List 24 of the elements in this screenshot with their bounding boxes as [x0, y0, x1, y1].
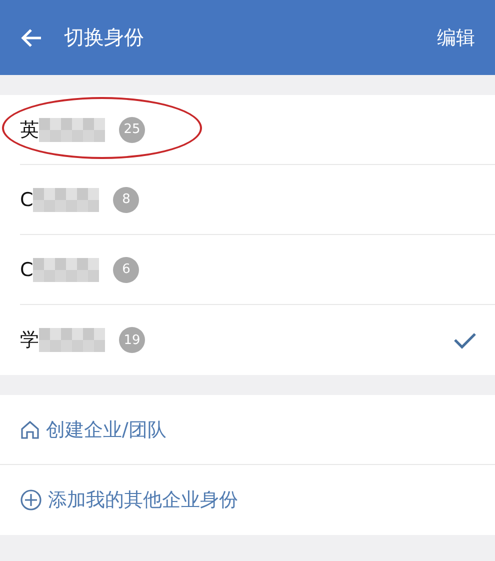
blurred-text-drawing — [33, 188, 100, 212]
action-link[interactable]: 添加我的其他企业身份 — [48, 487, 238, 513]
count-badge: 25 — [119, 116, 145, 142]
identity-row[interactable]: C 6 — [20, 235, 495, 305]
house-icon — [20, 420, 40, 440]
count-badge: 19 — [119, 327, 145, 353]
blurred-text-drawing — [33, 258, 100, 282]
action-link[interactable]: 创建企业/团队 — [46, 416, 166, 442]
plus-circle-icon — [20, 489, 42, 511]
page-title: 切换身份 — [64, 24, 145, 51]
count-badge: 6 — [113, 256, 140, 282]
identity-row[interactable]: C 8 — [20, 165, 495, 235]
blurred-text-drawing — [39, 118, 105, 142]
edit-button[interactable]: 编辑 — [437, 24, 475, 50]
identity-row[interactable]: 英 25 — [20, 95, 495, 165]
identity-name: C — [20, 258, 34, 280]
identity-name: 英 — [20, 118, 39, 142]
identity-row[interactable]: 学 19 — [20, 305, 495, 375]
identity-name: 学 — [20, 328, 39, 353]
blurred-text-drawing — [39, 328, 105, 352]
back-arrow-icon[interactable] — [20, 28, 42, 48]
count-badge: 8 — [113, 186, 140, 212]
checkmark-icon — [453, 331, 477, 349]
identity-name: C — [20, 188, 34, 210]
